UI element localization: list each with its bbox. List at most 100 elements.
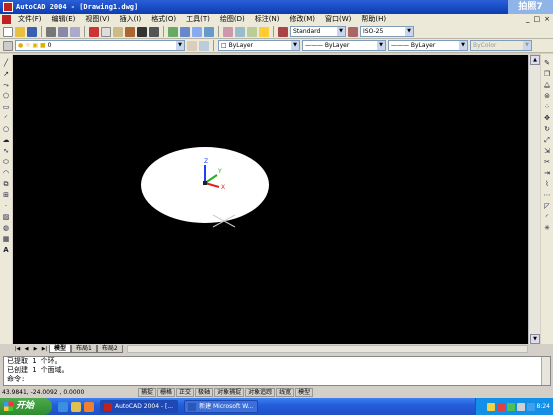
menu-draw[interactable]: 绘图(D) bbox=[215, 14, 250, 25]
ortho-toggle[interactable]: 正交 bbox=[176, 388, 195, 397]
menu-format[interactable]: 格式(O) bbox=[146, 14, 181, 25]
point-icon[interactable]: · bbox=[2, 201, 11, 211]
construction-line-icon[interactable]: ↗ bbox=[2, 69, 11, 79]
multiline-text-icon[interactable]: A bbox=[2, 245, 11, 255]
stretch-icon[interactable]: ⇲ bbox=[543, 146, 552, 156]
menu-tools[interactable]: 工具(T) bbox=[181, 14, 215, 25]
last-tab-icon[interactable]: ▶| bbox=[40, 345, 49, 353]
tab-layout1[interactable]: 布局1 bbox=[71, 344, 97, 353]
tray-antivirus-icon[interactable] bbox=[496, 402, 505, 411]
new-file-icon[interactable] bbox=[3, 26, 13, 37]
horizontal-scrollbar[interactable] bbox=[126, 344, 528, 353]
design-center-icon[interactable] bbox=[235, 26, 245, 37]
scroll-down-icon[interactable]: ▼ bbox=[530, 334, 540, 344]
taskbar-item-autocad[interactable]: AutoCAD 2004 - [... bbox=[100, 400, 179, 413]
tray-volume-icon[interactable] bbox=[516, 402, 525, 411]
copy-icon[interactable] bbox=[101, 26, 111, 37]
layer-manager-icon[interactable] bbox=[3, 40, 13, 51]
show-desktop-icon[interactable] bbox=[71, 401, 81, 412]
make-block-icon[interactable]: ⊞ bbox=[2, 190, 11, 200]
ellipse-icon[interactable]: ⬭ bbox=[2, 157, 11, 167]
explode-icon[interactable]: ✳ bbox=[543, 223, 552, 233]
color-select[interactable]: □ ByLayer ▼ bbox=[218, 40, 300, 51]
copy-object-icon[interactable]: ❐ bbox=[543, 69, 552, 79]
next-tab-icon[interactable]: ▶ bbox=[31, 345, 40, 353]
extend-icon[interactable]: ⇥ bbox=[543, 168, 552, 178]
text-style-select[interactable]: Standard ▼ bbox=[290, 26, 346, 37]
region-icon[interactable]: ◍ bbox=[2, 223, 11, 233]
pan-icon[interactable] bbox=[168, 26, 178, 37]
line-icon[interactable]: ╱ bbox=[2, 58, 11, 68]
command-window[interactable]: 已提取 1 个环。 已创建 1 个面域。 命令: bbox=[3, 356, 551, 386]
circle-icon[interactable]: ○ bbox=[2, 124, 11, 134]
save-icon[interactable] bbox=[27, 26, 37, 37]
rotate-icon[interactable]: ↻ bbox=[543, 124, 552, 134]
dim-style-icon[interactable] bbox=[348, 26, 358, 37]
model-toggle[interactable]: 模型 bbox=[295, 388, 314, 397]
tab-layout2[interactable]: 布局2 bbox=[96, 344, 123, 353]
clock[interactable]: 8:24 bbox=[537, 403, 550, 410]
hatch-icon[interactable]: ▨ bbox=[2, 212, 11, 222]
fillet-icon[interactable]: ◜ bbox=[543, 212, 552, 222]
scale-icon[interactable]: ⤢ bbox=[543, 135, 552, 145]
linetype-select[interactable]: ——— ByLayer ▼ bbox=[302, 40, 386, 51]
trim-icon[interactable]: ✂ bbox=[543, 157, 552, 167]
grid-toggle[interactable]: 栅格 bbox=[157, 388, 176, 397]
command-scrollbar[interactable] bbox=[541, 357, 550, 385]
coordinate-readout[interactable]: 43.9841, -24.0092 , 0.0000 bbox=[0, 389, 138, 396]
polyline-icon[interactable]: ⤳ bbox=[2, 80, 11, 90]
chamfer-icon[interactable]: ◸ bbox=[543, 201, 552, 211]
tray-app-icon[interactable] bbox=[526, 402, 535, 411]
text-style-icon[interactable] bbox=[278, 26, 288, 37]
menu-help[interactable]: 帮助(H) bbox=[356, 14, 391, 25]
doc-close-button[interactable]: × bbox=[544, 15, 550, 23]
help-icon[interactable] bbox=[259, 26, 269, 37]
erase-icon[interactable]: ✎ bbox=[543, 58, 552, 68]
offset-icon[interactable]: ⊜ bbox=[543, 91, 552, 101]
spline-icon[interactable]: ∿ bbox=[2, 146, 11, 156]
menu-window[interactable]: 窗口(W) bbox=[320, 14, 356, 25]
undo-icon[interactable] bbox=[137, 26, 147, 37]
layer-select[interactable]: ● ☼ ▣ ■ 0 ▼ bbox=[15, 40, 185, 51]
insert-block-icon[interactable]: ⧉ bbox=[2, 179, 11, 189]
cut-icon[interactable] bbox=[89, 26, 99, 37]
doc-restore-button[interactable]: □ bbox=[534, 15, 541, 23]
table-icon[interactable]: ▦ bbox=[2, 234, 11, 244]
menu-dimension[interactable]: 标注(N) bbox=[250, 14, 285, 25]
tab-model[interactable]: 模型 bbox=[49, 344, 72, 353]
join-icon[interactable]: ⋯ bbox=[543, 190, 552, 200]
ellipse-arc-icon[interactable]: ◠ bbox=[2, 168, 11, 178]
revision-cloud-icon[interactable]: ☁ bbox=[2, 135, 11, 145]
lineweight-select[interactable]: ——— ByLayer ▼ bbox=[388, 40, 468, 51]
command-prompt[interactable]: 命令: bbox=[7, 375, 550, 384]
start-button[interactable]: 开始 bbox=[0, 398, 52, 415]
menu-file[interactable]: 文件(F) bbox=[13, 14, 47, 25]
rectangle-icon[interactable]: ▭ bbox=[2, 102, 11, 112]
lineweight-toggle[interactable]: 线宽 bbox=[276, 388, 295, 397]
zoom-previous-icon[interactable] bbox=[204, 26, 214, 37]
internet-explorer-icon[interactable] bbox=[58, 401, 68, 412]
array-icon[interactable]: ⁘ bbox=[543, 102, 552, 112]
polar-toggle[interactable]: 极轴 bbox=[195, 388, 214, 397]
document-icon[interactable] bbox=[2, 15, 11, 24]
prev-tab-icon[interactable]: ◀ bbox=[22, 345, 31, 353]
open-folder-icon[interactable] bbox=[15, 26, 25, 37]
properties-icon[interactable] bbox=[223, 26, 233, 37]
paste-icon[interactable] bbox=[113, 26, 123, 37]
match-properties-icon[interactable] bbox=[125, 26, 135, 37]
make-current-layer-icon[interactable] bbox=[187, 40, 197, 51]
arc-icon[interactable]: ◜ bbox=[2, 113, 11, 123]
mirror-icon[interactable]: ⧋ bbox=[543, 80, 552, 90]
drawing-canvas[interactable]: Z Y X bbox=[13, 55, 528, 344]
vertical-scrollbar[interactable]: ▲ ▼ bbox=[528, 55, 540, 344]
osnap-toggle[interactable]: 对象捕捉 bbox=[214, 388, 245, 397]
plot-preview-icon[interactable] bbox=[58, 26, 68, 37]
scroll-up-icon[interactable]: ▲ bbox=[530, 55, 540, 65]
break-icon[interactable]: ⌇ bbox=[543, 179, 552, 189]
tray-ime-icon[interactable] bbox=[486, 402, 495, 411]
zoom-realtime-icon[interactable] bbox=[180, 26, 190, 37]
polygon-icon[interactable]: ⬠ bbox=[2, 91, 11, 101]
menu-edit[interactable]: 编辑(E) bbox=[47, 14, 81, 25]
media-player-icon[interactable] bbox=[84, 401, 94, 412]
tray-network-icon[interactable] bbox=[506, 402, 515, 411]
